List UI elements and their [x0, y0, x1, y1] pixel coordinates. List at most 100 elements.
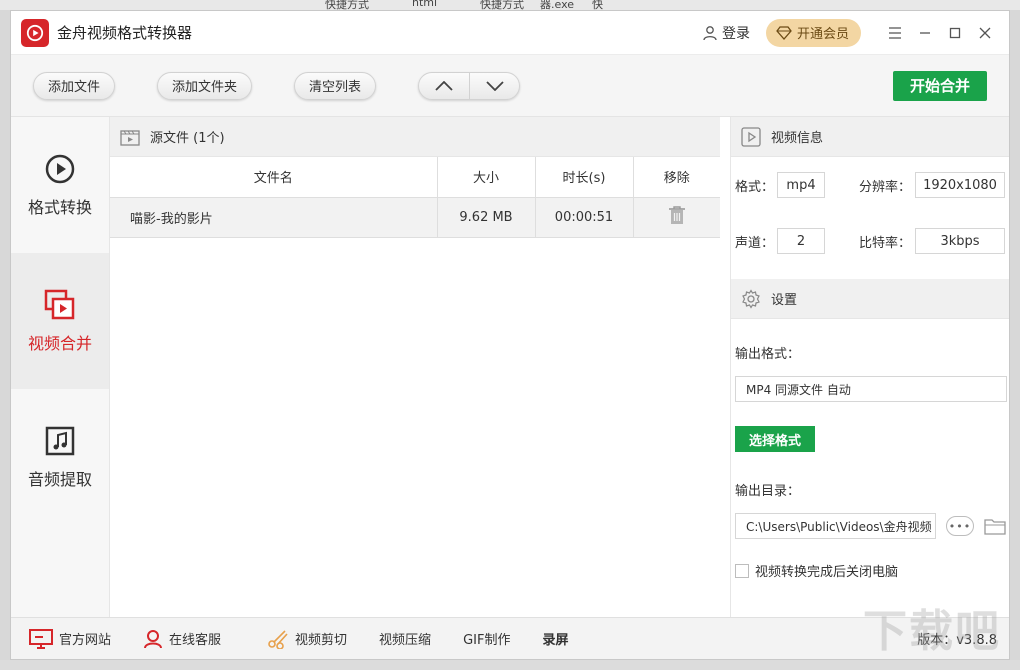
settings-title: 设置	[771, 289, 797, 308]
sidebar-item-label: 格式转换	[28, 194, 92, 218]
output-dir-input[interactable]: C:\Users\Public\Videos\金舟视频	[735, 513, 936, 539]
desktop-label: 快捷方式	[325, 0, 369, 10]
version-label: 版本：v3.8.8	[917, 629, 997, 648]
add-file-button[interactable]: 添加文件	[33, 72, 115, 100]
format-value: mp4	[777, 172, 825, 198]
title-bar: 金舟视频格式转换器 登录 开通会员	[11, 11, 1009, 55]
gif-make-link[interactable]: GIF制作	[463, 629, 510, 648]
desktop-right-strip	[1010, 10, 1020, 670]
video-info-icon	[741, 127, 761, 147]
sidebar: 格式转换 视频合并 音频提取	[11, 117, 110, 619]
channel-bitrate-row: 声道： 2 比特率： 3kbps	[731, 213, 1010, 269]
channel-label: 声道：	[735, 232, 777, 251]
remove-button[interactable]	[668, 205, 686, 225]
desktop-label: 器.exe	[540, 0, 574, 10]
monitor-icon	[29, 629, 53, 649]
source-header: 源文件 (1个)	[110, 117, 720, 157]
start-merge-button[interactable]: 开始合并	[893, 71, 987, 101]
maximize-button[interactable]	[941, 19, 969, 47]
clear-list-button[interactable]: 清空列表	[294, 72, 376, 100]
shutdown-label: 视频转换完成后关闭电脑	[755, 561, 898, 580]
support-label: 在线客服	[169, 629, 221, 648]
shutdown-checkbox[interactable]	[735, 564, 749, 578]
source-title: 源文件 (1个)	[150, 127, 225, 146]
format-label: 格式：	[735, 176, 777, 195]
trash-icon	[668, 205, 686, 225]
sidebar-item-video-merge[interactable]: 视频合并	[11, 253, 109, 389]
settings-header: 设置	[731, 279, 1010, 319]
channel-value: 2	[777, 228, 825, 254]
login-button[interactable]: 登录	[702, 23, 750, 43]
desktop-top-strip: 快捷方式 html 快捷方式 器.exe 快	[0, 0, 1020, 10]
output-dir-row: C:\Users\Public\Videos\金舟视频 •••	[731, 513, 1010, 539]
music-note-icon	[43, 424, 77, 458]
move-buttons	[418, 72, 520, 100]
scissors-icon	[267, 629, 289, 649]
desktop-label: 快	[592, 0, 603, 10]
output-dir-label: 输出目录：	[731, 480, 1010, 499]
vip-label: 开通会员	[797, 23, 849, 42]
footer-bar: 官方网站 在线客服 视频剪切 视频压缩 GIF制作 录屏 版本：v3.8.8	[11, 617, 1010, 659]
table-row[interactable]: 喵影-我的影片 9.62 MB 00:00:51	[110, 197, 720, 237]
diamond-icon	[776, 26, 792, 40]
vip-button[interactable]: 开通会员	[766, 19, 861, 47]
bitrate-label: 比特率：	[859, 232, 915, 251]
source-panel: 源文件 (1个) 文件名 大小 时长(s) 移除 喵影-我的影片 9.62 MB…	[110, 117, 720, 619]
play-circle-icon	[43, 152, 77, 186]
hamburger-icon	[888, 27, 902, 39]
video-cut-label: 视频剪切	[295, 629, 347, 648]
sidebar-item-label: 视频合并	[28, 330, 92, 354]
minimize-icon	[919, 27, 931, 39]
column-header: 文件名	[110, 157, 437, 197]
screen-record-link[interactable]: 录屏	[542, 629, 568, 648]
output-format-label: 输出格式：	[731, 343, 1010, 362]
desktop-label: html	[412, 0, 437, 9]
sidebar-item-audio-extract[interactable]: 音频提取	[11, 389, 109, 525]
bitrate-value: 3kbps	[915, 228, 1005, 254]
sidebar-item-label: 音频提取	[28, 466, 92, 490]
file-size: 9.62 MB	[437, 197, 535, 237]
add-folder-button[interactable]: 添加文件夹	[157, 72, 252, 100]
toolbar: 添加文件 添加文件夹 清空列表 开始合并	[11, 55, 1009, 117]
open-folder-button[interactable]	[984, 517, 1006, 535]
format-resolution-row: 格式： mp4 分辨率： 1920x1080	[731, 157, 1010, 213]
minimize-button[interactable]	[911, 19, 939, 47]
customer-service-icon	[143, 629, 163, 649]
folder-icon	[984, 517, 1006, 535]
close-icon	[979, 27, 991, 39]
app-logo-icon	[21, 19, 49, 47]
menu-button[interactable]	[881, 19, 909, 47]
website-label: 官方网站	[59, 629, 111, 648]
login-label: 登录	[722, 23, 750, 43]
browse-more-button[interactable]: •••	[946, 516, 974, 536]
support-link[interactable]: 在线客服	[143, 629, 221, 649]
move-down-button[interactable]	[469, 73, 519, 99]
video-cut-link[interactable]: 视频剪切	[267, 629, 347, 649]
video-file-icon	[120, 128, 140, 146]
video-info-header: 视频信息	[731, 117, 1010, 157]
move-up-button[interactable]	[419, 73, 469, 99]
output-format-field[interactable]: MP4 同源文件 自动	[735, 376, 1007, 402]
info-panel: 视频信息 格式： mp4 分辨率： 1920x1080 声道： 2 比特率： 3…	[730, 117, 1010, 619]
close-button[interactable]	[971, 19, 999, 47]
video-merge-icon	[43, 288, 77, 322]
resolution-value: 1920x1080	[915, 172, 1005, 198]
column-header: 移除	[633, 157, 720, 197]
desktop-label: 快捷方式	[480, 0, 524, 10]
website-link[interactable]: 官方网站	[29, 629, 111, 649]
video-compress-link[interactable]: 视频压缩	[379, 629, 431, 648]
column-header: 大小	[437, 157, 535, 197]
desktop-left-strip	[0, 10, 10, 670]
choose-format-button[interactable]: 选择格式	[735, 426, 815, 452]
user-icon	[702, 25, 718, 41]
shutdown-option[interactable]: 视频转换完成后关闭电脑	[731, 561, 1010, 580]
chevron-down-icon	[486, 81, 504, 91]
file-table: 文件名 大小 时长(s) 移除 喵影-我的影片 9.62 MB 00:00:51	[110, 157, 720, 238]
file-name: 喵影-我的影片	[110, 197, 437, 237]
app-title: 金舟视频格式转换器	[57, 22, 192, 43]
video-info-title: 视频信息	[771, 127, 823, 146]
sidebar-item-format-convert[interactable]: 格式转换	[11, 117, 109, 253]
gear-icon	[741, 289, 761, 309]
remove-cell	[633, 197, 720, 237]
maximize-icon	[949, 27, 961, 39]
